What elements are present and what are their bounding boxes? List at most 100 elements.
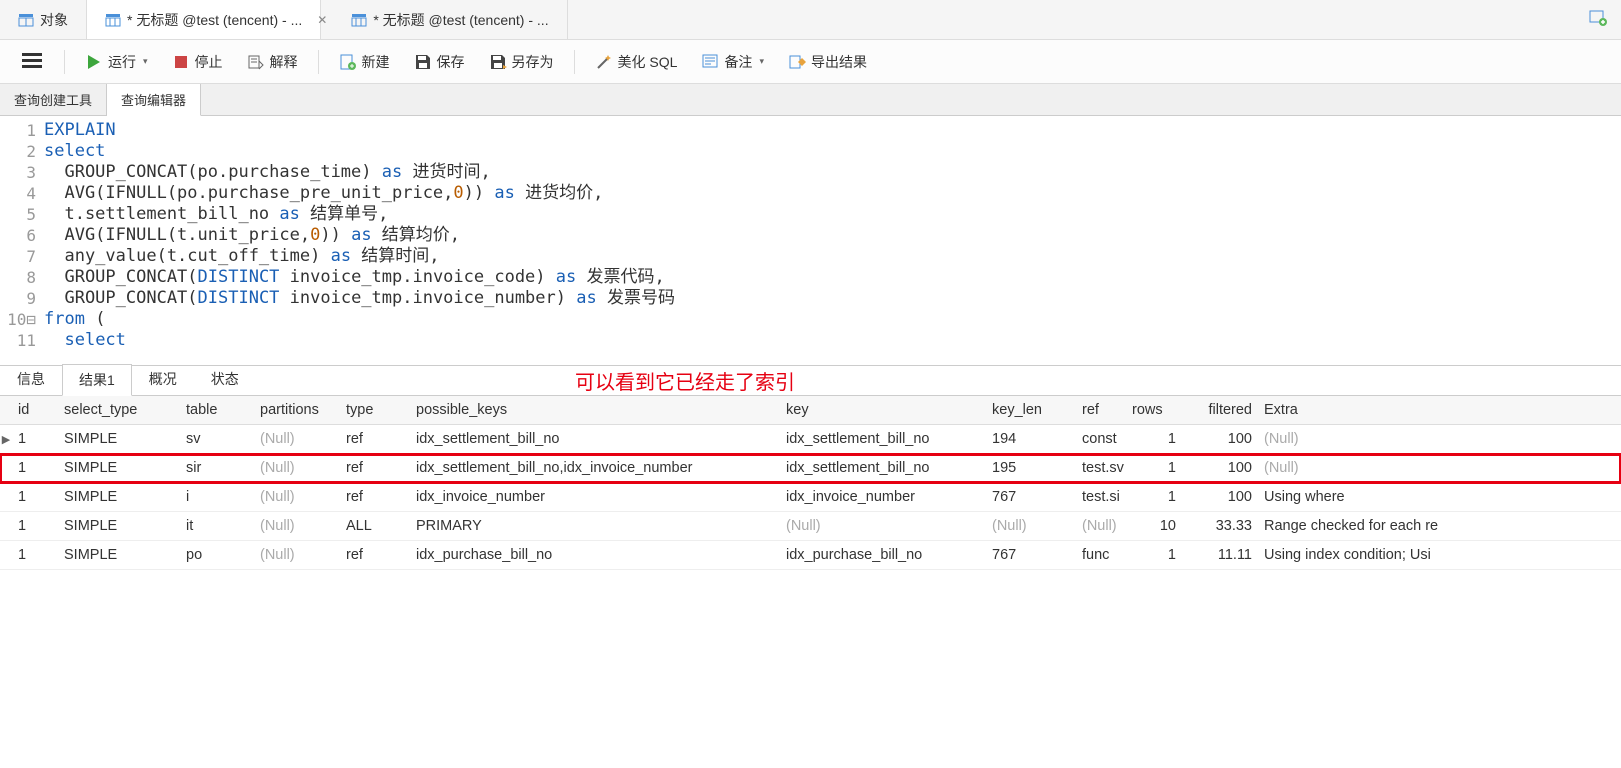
cell: SIMPLE [58,460,180,476]
cell: i [180,489,254,505]
cell: idx_settlement_bill_no,idx_invoice_numbe… [410,460,780,476]
col-key[interactable]: key [780,402,986,418]
note-icon [701,53,719,71]
run-button[interactable]: 运行 ▾ [77,48,156,76]
result-tab-status[interactable]: 状态 [194,363,256,395]
cell: 767 [986,489,1076,505]
cell: func [1076,547,1126,563]
col-partitions[interactable]: partitions [254,402,340,418]
tab-objects[interactable]: 对象 [0,0,87,39]
result-tab-result1[interactable]: 结果1 [62,364,132,396]
tab-query-1[interactable]: * 无标题 @test (tencent) - ... [87,0,321,39]
code-area[interactable]: EXPLAIN select GROUP_CONCAT(po.purchase_… [44,116,1621,365]
beautify-button[interactable]: 美化 SQL [587,48,686,76]
export-button[interactable]: 导出结果 [780,48,875,76]
result-tabs: 信息 结果1 概况 状态 可以看到它已经走了索引 [0,366,1621,396]
cell: ALL [340,518,410,534]
dropdown-icon: ▾ [143,56,148,67]
table-row[interactable]: 1SIMPLEsir(Null)refidx_settlement_bill_n… [0,454,1621,483]
save-button[interactable]: 保存 [406,48,473,76]
play-icon [85,53,103,71]
cell: const [1076,431,1126,447]
cell: 100 [1196,431,1258,447]
remark-button[interactable]: 备注 ▾ [693,48,772,76]
table-row[interactable]: 1SIMPLEit(Null)ALLPRIMARY(Null)(Null)(Nu… [0,512,1621,541]
tab-query-2[interactable]: * 无标题 @test (tencent) - ... [333,0,567,39]
stop-label: 停止 [195,52,223,72]
cell: ref [340,489,410,505]
stop-button[interactable]: 停止 [164,48,231,76]
table-icon [18,12,34,28]
cell: idx_purchase_bill_no [780,547,986,563]
col-extra[interactable]: Extra [1258,402,1498,418]
table-row[interactable]: 1SIMPLEi(Null)refidx_invoice_numberidx_i… [0,483,1621,512]
cell: 100 [1196,460,1258,476]
editor-vertical-scrollbar[interactable] [1604,116,1621,348]
cell: ref [340,460,410,476]
stop-icon [172,53,190,71]
grid-header: id select_type table partitions type pos… [0,396,1621,425]
cell: (Null) [254,489,340,505]
cell: 1 [12,489,58,505]
cell: (Null) [986,518,1076,534]
explain-label: 解释 [270,52,298,72]
result-tab-info[interactable]: 信息 [0,363,62,395]
cell: Using index condition; Usi [1258,547,1498,563]
annotation-text: 可以看到它已经走了索引 [575,366,795,395]
new-tab-button[interactable] [1575,8,1621,31]
cell: (Null) [254,460,340,476]
new-icon [339,53,357,71]
explain-button[interactable]: 解释 [239,48,306,76]
cell: idx_settlement_bill_no [780,431,986,447]
cell: 33.33 [1196,518,1258,534]
cell: 195 [986,460,1076,476]
subtab-editor[interactable]: 查询编辑器 [107,84,201,116]
cell: it [180,518,254,534]
cell: idx_purchase_bill_no [410,547,780,563]
col-rows[interactable]: rows [1126,402,1196,418]
cell: sir [180,460,254,476]
col-select-type[interactable]: select_type [58,402,180,418]
dropdown-icon: ▾ [759,56,764,67]
beautify-label: 美化 SQL [618,52,678,72]
cell: (Null) [1258,460,1498,476]
col-key-len[interactable]: key_len [986,402,1076,418]
tab-label: * 无标题 @test (tencent) - ... [373,10,548,30]
col-table[interactable]: table [180,402,254,418]
cell: 1 [12,518,58,534]
top-tab-bar: 对象 * 无标题 @test (tencent) - ... ✕ * 无标题 @… [0,0,1621,40]
saveas-button[interactable]: 另存为 [481,48,562,76]
subtab-builder[interactable]: 查询创建工具 [0,84,107,115]
cell: 1 [1126,460,1196,476]
col-filtered[interactable]: filtered [1196,402,1258,418]
col-ref[interactable]: ref [1076,402,1126,418]
cell: 11.11 [1196,547,1258,563]
col-type[interactable]: type [340,402,410,418]
remark-label: 备注 [724,52,752,72]
col-id[interactable]: id [12,402,58,418]
run-label: 运行 [108,52,136,72]
cell: Range checked for each re [1258,518,1498,534]
cell: (Null) [254,431,340,447]
tab-label: * 无标题 @test (tencent) - ... [127,10,302,30]
tab-close-icon[interactable]: ✕ [311,13,333,27]
cell: test.sv [1076,460,1126,476]
result-grid: id select_type table partitions type pos… [0,396,1621,570]
cell: SIMPLE [58,518,180,534]
table-row[interactable]: ▶1SIMPLEsv(Null)refidx_settlement_bill_n… [0,425,1621,454]
cell: 1 [1126,431,1196,447]
cell: idx_settlement_bill_no [410,431,780,447]
sql-editor[interactable]: 12345678910⊟11 EXPLAIN select GROUP_CONC… [0,116,1621,366]
new-button[interactable]: 新建 [331,48,398,76]
cell: 10 [1126,518,1196,534]
result-tab-profile[interactable]: 概况 [132,363,194,395]
col-possible-keys[interactable]: possible_keys [410,402,780,418]
table-row[interactable]: 1SIMPLEpo(Null)refidx_purchase_bill_noid… [0,541,1621,570]
grid-vertical-scrollbar[interactable] [1604,396,1621,570]
menu-button[interactable] [12,49,52,75]
saveas-label: 另存为 [512,52,554,72]
cell: Using where [1258,489,1498,505]
cell: test.si [1076,489,1126,505]
cell: PRIMARY [410,518,780,534]
cell: 1 [12,547,58,563]
